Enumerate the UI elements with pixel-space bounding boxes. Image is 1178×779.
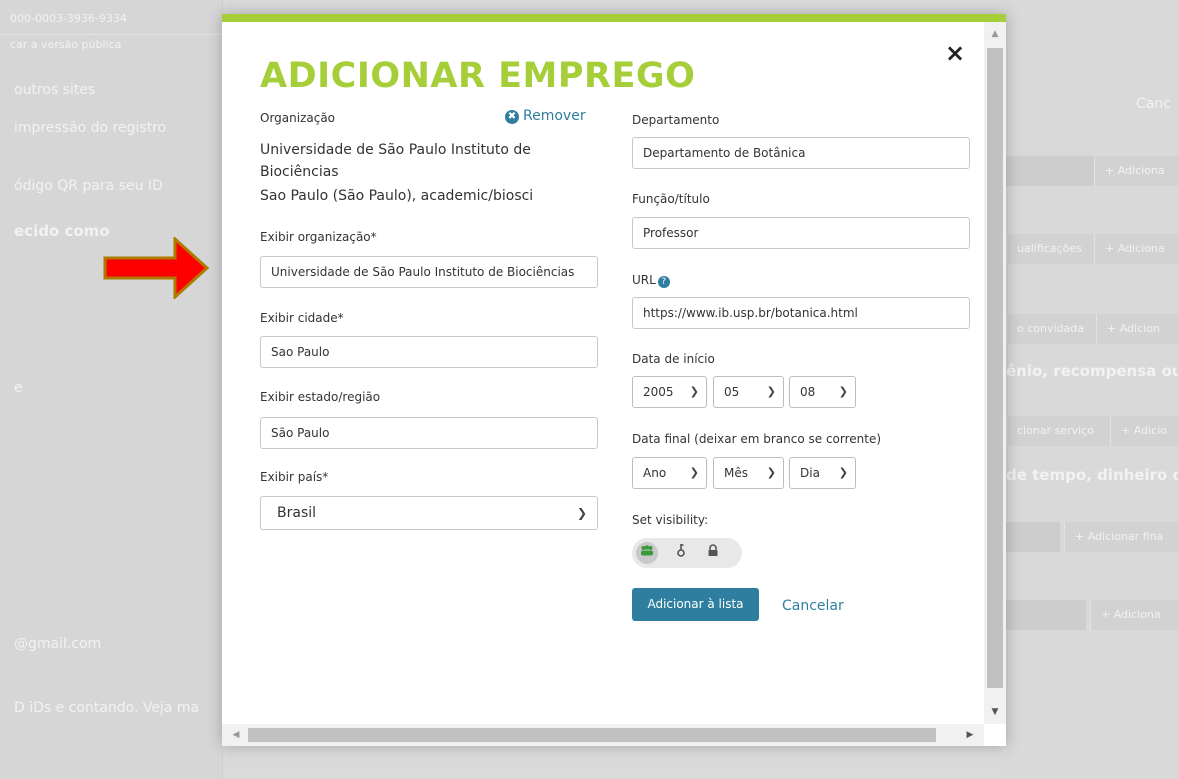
start-day-select[interactable]: 08 ❯ (789, 376, 856, 408)
close-icon[interactable]: × (944, 41, 966, 65)
org-location: Sao Paulo (São Paulo), academic/biosci (260, 188, 534, 204)
bg-button-bar (1006, 156, 1094, 186)
background-left-column (0, 0, 223, 779)
bg-service: cionar serviço (1006, 416, 1111, 446)
remove-organization-link[interactable]: ✖ Remover (505, 108, 586, 124)
url-input[interactable]: https://www.ib.usp.br/botanica.html (632, 297, 970, 329)
chevron-down-icon: ❯ (766, 385, 776, 398)
bg-add-button: + Adiciona (1094, 234, 1178, 264)
url-label: URL? (632, 273, 670, 288)
end-day-select[interactable]: Dia ❯ (789, 457, 856, 489)
end-year-value: Ano (643, 466, 667, 480)
scroll-up-arrow-icon[interactable]: ▲ (984, 24, 1006, 44)
visibility-toggle (632, 538, 742, 568)
bg-qualifications: ualificações (1006, 234, 1097, 264)
end-date-label: Data final (deixar em branco se corrente… (632, 432, 882, 446)
bg-button-bar (1006, 522, 1060, 552)
display-org-label: Exibir organização* (260, 230, 377, 244)
everyone-visibility-icon[interactable] (636, 542, 658, 564)
help-icon[interactable]: ? (657, 276, 670, 288)
start-year-select[interactable]: 2005 ❯ (632, 376, 707, 408)
department-label: Departamento (632, 113, 720, 127)
bg-also-known-as: ecido como (14, 222, 110, 240)
bg-button-bar (1006, 600, 1086, 630)
start-date-label: Data de início (632, 352, 715, 366)
start-day-value: 08 (800, 385, 816, 399)
bg-add-button: + Adiciona (1090, 600, 1178, 630)
background-right-column (1006, 0, 1178, 779)
bg-other-sites: outros sites (14, 82, 96, 98)
bg-qr-code: ódigo QR para seu ID (14, 178, 163, 194)
department-input[interactable]: Departamento de Botânica (632, 137, 970, 169)
remove-label: Remover (523, 108, 586, 124)
organization-label: Organização (260, 111, 336, 125)
end-day-value: Dia (800, 466, 820, 480)
chevron-down-icon: ❯ (689, 385, 699, 398)
bg-footer-count: D iDs e contando. Veja ma (14, 700, 200, 716)
visibility-label: Set visibility: (632, 513, 709, 527)
add-to-list-button[interactable]: Adicionar à lista (632, 588, 759, 621)
display-country-select[interactable]: Brasil ❯ (260, 496, 598, 530)
end-month-select[interactable]: Mês ❯ (713, 457, 784, 489)
bg-add-button: + Adiciona (1094, 156, 1178, 186)
red-arrow-icon (103, 237, 209, 299)
bg-email: @gmail.com (14, 636, 102, 652)
bg-add-button: + Adicio (1110, 416, 1178, 446)
chevron-down-icon: ❯ (576, 506, 587, 520)
display-state-input[interactable]: São Paulo (260, 417, 598, 449)
bg-funding-heading: de tempo, dinheiro o (1006, 466, 1178, 484)
start-month-value: 05 (724, 385, 740, 399)
bg-awards-heading: ênio, recompensa ou (1006, 362, 1178, 380)
role-input[interactable]: Professor (632, 217, 970, 249)
display-city-label: Exibir cidade* (260, 311, 344, 325)
bg-print-record: impressão do registro (14, 120, 167, 136)
scroll-right-arrow-icon[interactable]: ▶ (960, 724, 980, 746)
display-org-input[interactable]: Universidade de São Paulo Instituto de B… (260, 256, 598, 288)
vertical-scrollbar[interactable]: ▲ ▼ (984, 22, 1006, 724)
end-year-select[interactable]: Ano ❯ (632, 457, 707, 489)
bg-text-fragment: e (14, 380, 23, 396)
url-label-text: URL (632, 273, 656, 287)
bg-orcid-id: 000-0003-3936-9334 (10, 12, 127, 25)
org-name-line2: Biociências (260, 164, 339, 180)
bg-cancel: Canc (1136, 96, 1171, 112)
scroll-down-arrow-icon[interactable]: ▼ (984, 702, 1006, 722)
modal-accent-bar (222, 14, 1006, 22)
remove-circle-icon: ✖ (505, 110, 519, 124)
modal-title: ADICIONAR EMPREGO (260, 56, 696, 96)
role-label: Função/título (632, 192, 710, 206)
display-country-value: Brasil (277, 505, 317, 521)
cancel-link[interactable]: Cancelar (782, 598, 844, 614)
chevron-down-icon: ❯ (838, 466, 848, 479)
chevron-down-icon: ❯ (766, 466, 776, 479)
display-city-input[interactable]: Sao Paulo (260, 336, 598, 368)
bg-add-funding: + Adicionar fina (1064, 522, 1178, 552)
bg-invited-position: o convidada (1006, 314, 1097, 344)
bg-public-view-link: car a versão pública (10, 38, 122, 51)
bg-divider (0, 34, 222, 35)
display-country-label: Exibir país* (260, 470, 329, 484)
scroll-left-arrow-icon[interactable]: ◀ (226, 724, 246, 746)
start-month-select[interactable]: 05 ❯ (713, 376, 784, 408)
bg-add-button: + Adicion (1096, 314, 1178, 344)
private-lock-icon[interactable] (702, 542, 724, 564)
org-name-line1: Universidade de São Paulo Instituto de (260, 142, 531, 158)
display-state-label: Exibir estado/região (260, 390, 381, 404)
chevron-down-icon: ❯ (838, 385, 848, 398)
add-employment-modal: ADICIONAR EMPREGO × Organização ✖ Remover… (222, 14, 1006, 746)
trusted-parties-key-icon[interactable] (670, 542, 692, 564)
start-year-value: 2005 (643, 385, 674, 399)
end-month-value: Mês (724, 466, 748, 480)
horizontal-scroll-thumb[interactable] (248, 728, 936, 742)
vertical-scroll-thumb[interactable] (987, 48, 1003, 688)
horizontal-scrollbar[interactable]: ◀ ▶ (222, 724, 984, 746)
chevron-down-icon: ❯ (689, 466, 699, 479)
